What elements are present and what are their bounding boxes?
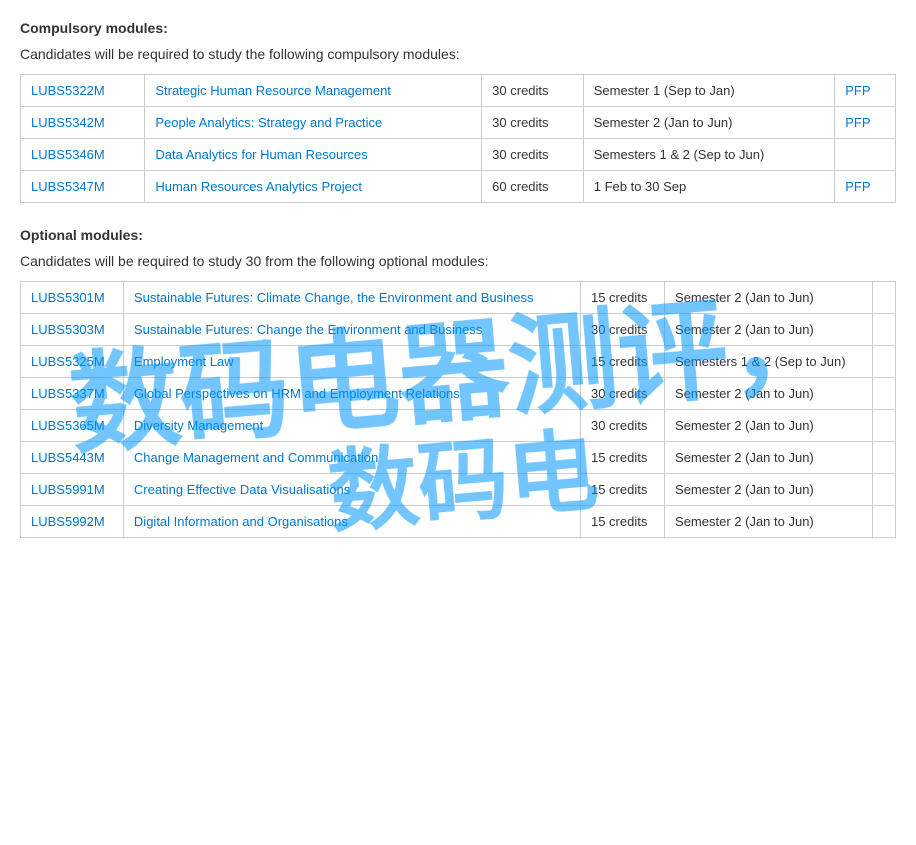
module-title: Strategic Human Resource Management: [145, 75, 482, 107]
table-row: LUBS5325M Employment Law 15 credits Seme…: [21, 346, 896, 378]
module-semester: Semester 2 (Jan to Jun): [665, 474, 873, 506]
module-pfp-empty: [873, 442, 896, 474]
module-credits: 30 credits: [482, 75, 584, 107]
module-title: Digital Information and Organisations: [123, 506, 580, 538]
module-title: Creating Effective Data Visualisations: [123, 474, 580, 506]
module-title: Sustainable Futures: Climate Change, the…: [123, 282, 580, 314]
module-code-link[interactable]: LUBS5325M: [31, 354, 105, 369]
module-credits: 15 credits: [580, 282, 664, 314]
module-title: Data Analytics for Human Resources: [145, 139, 482, 171]
module-credits: 15 credits: [580, 346, 664, 378]
module-code-link[interactable]: LUBS5365M: [31, 418, 105, 433]
module-code-link[interactable]: LUBS5443M: [31, 450, 105, 465]
optional-section: Optional modules: Candidates will be req…: [20, 227, 896, 538]
module-pfp-empty: [873, 346, 896, 378]
module-code-link[interactable]: LUBS5992M: [31, 514, 105, 529]
compulsory-title: Compulsory modules:: [20, 20, 896, 36]
table-row: LUBS5347M Human Resources Analytics Proj…: [21, 171, 896, 203]
module-title: Global Perspectives on HRM and Employmen…: [123, 378, 580, 410]
table-row: LUBS5991M Creating Effective Data Visual…: [21, 474, 896, 506]
module-pfp-empty: [873, 282, 896, 314]
table-row: LUBS5301M Sustainable Futures: Climate C…: [21, 282, 896, 314]
module-code-link[interactable]: LUBS5303M: [31, 322, 105, 337]
module-pfp-empty: [873, 506, 896, 538]
table-row: LUBS5337M Global Perspectives on HRM and…: [21, 378, 896, 410]
module-semester: Semester 2 (Jan to Jun): [583, 107, 834, 139]
compulsory-table: LUBS5322M Strategic Human Resource Manag…: [20, 74, 896, 203]
module-code-link[interactable]: LUBS5342M: [31, 115, 105, 130]
module-title: Sustainable Futures: Change the Environm…: [123, 314, 580, 346]
module-code-link[interactable]: LUBS5991M: [31, 482, 105, 497]
module-code-link[interactable]: LUBS5322M: [31, 83, 105, 98]
table-row: LUBS5303M Sustainable Futures: Change th…: [21, 314, 896, 346]
compulsory-section: Compulsory modules: Candidates will be r…: [20, 20, 896, 203]
module-credits: 30 credits: [580, 314, 664, 346]
table-row: LUBS5365M Diversity Management 30 credit…: [21, 410, 896, 442]
module-pfp-empty: [835, 139, 896, 171]
module-pfp-empty: [873, 410, 896, 442]
module-semester: 1 Feb to 30 Sep: [583, 171, 834, 203]
module-pfp-empty: [873, 474, 896, 506]
module-pfp-empty: [873, 378, 896, 410]
module-pfp: PFP: [835, 171, 896, 203]
table-row: LUBS5992M Digital Information and Organi…: [21, 506, 896, 538]
module-semester: Semesters 1 & 2 (Sep to Jun): [583, 139, 834, 171]
module-semester: Semester 2 (Jan to Jun): [665, 410, 873, 442]
module-semester: Semester 2 (Jan to Jun): [665, 314, 873, 346]
module-code-link[interactable]: LUBS5301M: [31, 290, 105, 305]
module-semester: Semester 1 (Sep to Jan): [583, 75, 834, 107]
optional-table: LUBS5301M Sustainable Futures: Climate C…: [20, 281, 896, 538]
module-credits: 15 credits: [580, 474, 664, 506]
module-credits: 30 credits: [580, 410, 664, 442]
compulsory-description: Candidates will be required to study the…: [20, 46, 896, 62]
module-pfp-empty: [873, 314, 896, 346]
module-semester: Semester 2 (Jan to Jun): [665, 442, 873, 474]
table-row: LUBS5443M Change Management and Communic…: [21, 442, 896, 474]
table-row: LUBS5346M Data Analytics for Human Resou…: [21, 139, 896, 171]
module-code-link[interactable]: LUBS5347M: [31, 179, 105, 194]
module-semester: Semester 2 (Jan to Jun): [665, 506, 873, 538]
module-credits: 30 credits: [482, 107, 584, 139]
module-credits: 30 credits: [482, 139, 584, 171]
module-code-link[interactable]: LUBS5346M: [31, 147, 105, 162]
module-title: Change Management and Communication: [123, 442, 580, 474]
module-semester: Semester 2 (Jan to Jun): [665, 378, 873, 410]
module-semester: Semesters 1 & 2 (Sep to Jun): [665, 346, 873, 378]
module-title: Employment Law: [123, 346, 580, 378]
module-title: People Analytics: Strategy and Practice: [145, 107, 482, 139]
module-title: Diversity Management: [123, 410, 580, 442]
optional-title: Optional modules:: [20, 227, 896, 243]
module-pfp: PFP: [835, 107, 896, 139]
table-row: LUBS5342M People Analytics: Strategy and…: [21, 107, 896, 139]
module-semester: Semester 2 (Jan to Jun): [665, 282, 873, 314]
module-credits: 30 credits: [580, 378, 664, 410]
table-row: LUBS5322M Strategic Human Resource Manag…: [21, 75, 896, 107]
module-credits: 15 credits: [580, 442, 664, 474]
module-credits: 60 credits: [482, 171, 584, 203]
module-title: Human Resources Analytics Project: [145, 171, 482, 203]
module-code-link[interactable]: LUBS5337M: [31, 386, 105, 401]
module-credits: 15 credits: [580, 506, 664, 538]
module-pfp: PFP: [835, 75, 896, 107]
optional-description: Candidates will be required to study 30 …: [20, 253, 896, 269]
